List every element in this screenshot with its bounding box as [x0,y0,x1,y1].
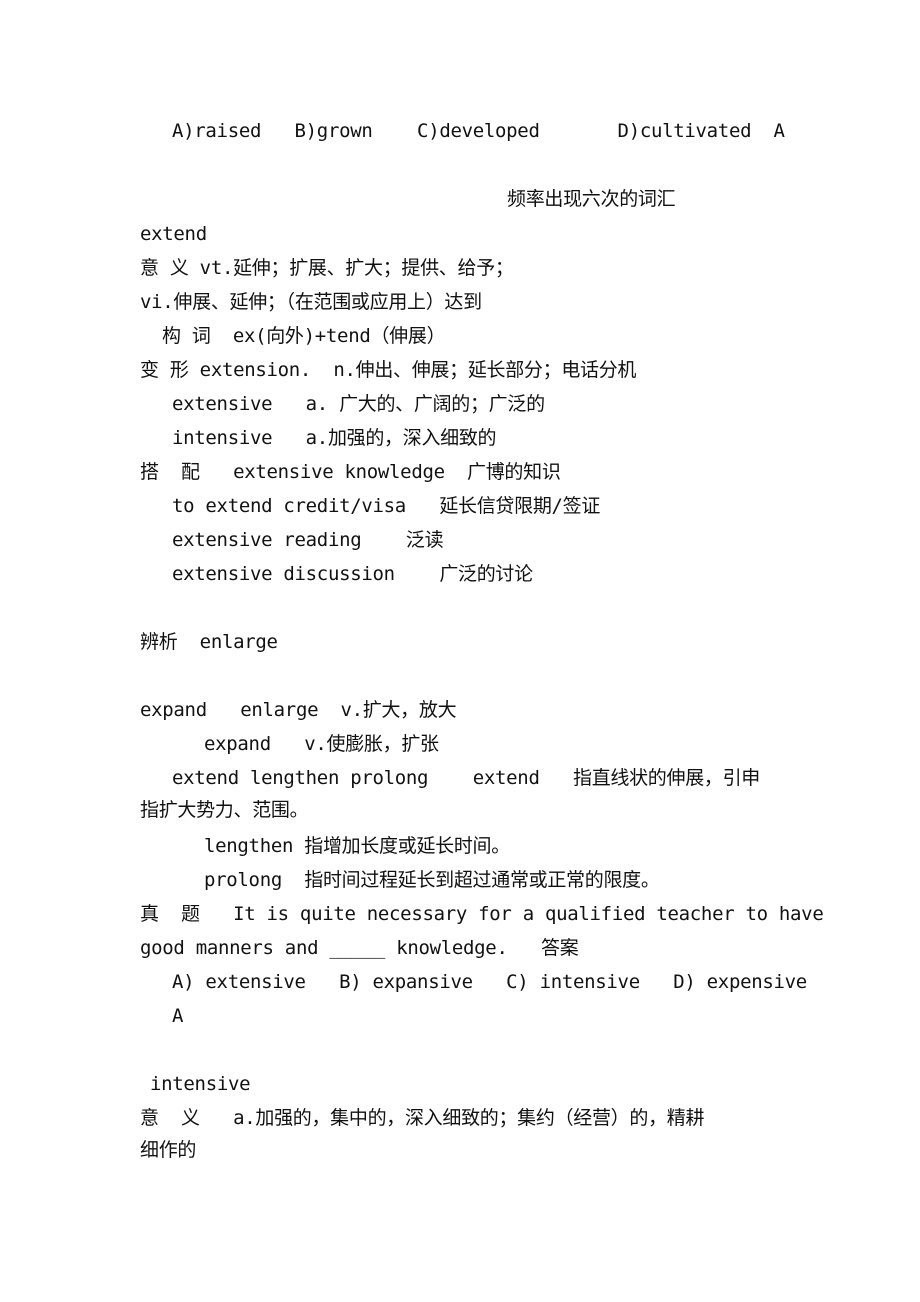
derivation-line: 变 形 extension. n.伸出、伸展；延长部分；电话分机 [140,359,637,381]
headword-intensive: intensive [150,1073,251,1095]
collocation-line: extensive reading 泛读 [172,529,444,551]
meaning-line: vi.伸展、延伸；（在范围或应用上）达到 [140,291,482,313]
exam-answer: A [172,1005,184,1027]
distinction-line: extend lengthen prolong extend 指直线状的伸展，引… [172,767,761,789]
collocation-line: extensive discussion 广泛的讨论 [172,563,533,585]
collocation-line: 搭 配 extensive knowledge 广博的知识 [140,461,561,483]
distinction-line: prolong 指时间过程延长到超过通常或正常的限度。 [204,869,660,891]
meaning-line: 意 义 a.加强的，集中的，深入细致的；集约（经营）的，精耕 [140,1107,705,1129]
derivation-line: extensive a. 广大的、广阔的；广泛的 [172,393,545,415]
distinction-heading: 辨析 enlarge [140,631,278,653]
exam-question: good manners and _____ knowledge. 答案 [140,937,579,959]
section-heading: 频率出现六次的词汇 [507,188,676,210]
headword-extend: extend [140,223,207,245]
distinction-line: 指扩大势力、范围。 [140,799,309,821]
collocation-line: to extend credit/visa 延长信贷限期/签证 [172,495,601,517]
exam-options: A) extensive B) expansive C) intensive D… [172,971,807,993]
distinction-line: expand v.使膨胀，扩张 [204,733,439,755]
distinction-line: expand enlarge v.扩大，放大 [140,699,457,721]
exam-question: 真 题 It is quite necessary for a qualifie… [140,903,824,925]
meaning-line: 细作的 [140,1139,197,1161]
question-options-prev: A)raised B)grown C)developed D)cultivate… [172,120,785,142]
word-formation-line: 构 词 ex(向外)+tend（伸展） [162,325,446,347]
meaning-line: 意 义 vt.延伸；扩展、扩大；提供、给予； [140,257,514,279]
distinction-line: lengthen 指增加长度或延长时间。 [204,835,510,857]
derivation-line: intensive a.加强的，深入细致的 [172,427,497,449]
